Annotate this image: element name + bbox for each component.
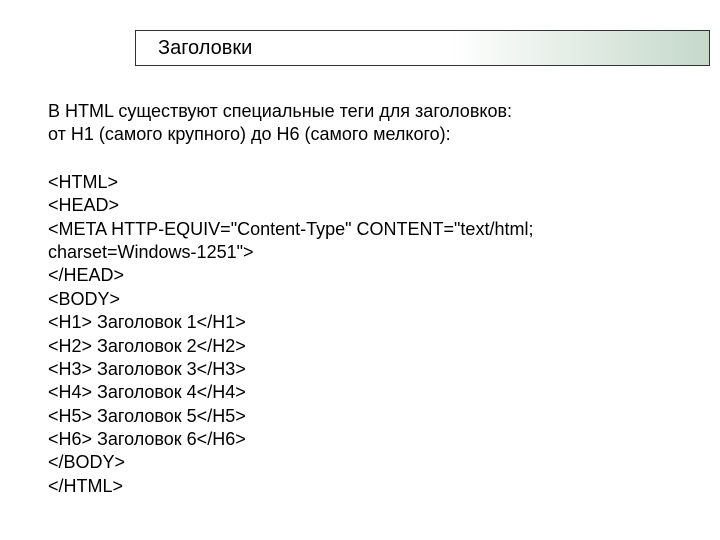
code-line: <H2> Заголовок 2</H2> xyxy=(48,335,668,358)
code-line: </HEAD> xyxy=(48,264,668,287)
code-line: <H3> Заголовок 3</H3> xyxy=(48,358,668,381)
code-example: <HTML> <HEAD> <META HTTP-EQUIV="Content-… xyxy=(48,171,668,498)
title-bar: Заголовки xyxy=(135,30,710,66)
code-line: </HTML> xyxy=(48,475,668,498)
code-line: <BODY> xyxy=(48,288,668,311)
content-area: В HTML существуют специальные теги для з… xyxy=(48,100,668,498)
code-line: <H1> Заголовок 1</H1> xyxy=(48,311,668,334)
code-line: </BODY> xyxy=(48,451,668,474)
code-line: <H6> Заголовок 6</H6> xyxy=(48,428,668,451)
intro-line-1: В HTML существуют специальные теги для з… xyxy=(48,100,668,123)
code-line: <META HTTP-EQUIV="Content-Type" CONTENT=… xyxy=(48,218,668,241)
intro-line-2: от Н1 (самого крупного) до Н6 (самого ме… xyxy=(48,123,668,146)
page-title: Заголовки xyxy=(158,37,252,60)
code-line: <HTML> xyxy=(48,171,668,194)
code-line: <H4> Заголовок 4</H4> xyxy=(48,381,668,404)
code-line: <HEAD> xyxy=(48,194,668,217)
code-line: <H5> Заголовок 5</H5> xyxy=(48,405,668,428)
code-line: charset=Windows-1251"> xyxy=(48,241,668,264)
intro-text: В HTML существуют специальные теги для з… xyxy=(48,100,668,147)
